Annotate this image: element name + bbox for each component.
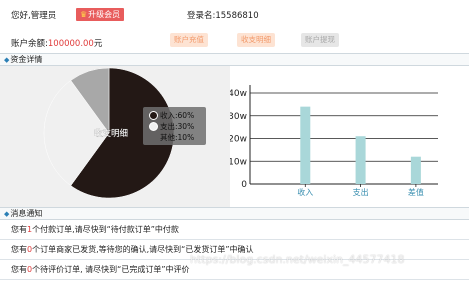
y-tick-label: 0 xyxy=(241,180,247,190)
message-prefix: 您有 xyxy=(11,245,27,254)
recharge-button[interactable]: 账户充值 xyxy=(170,33,208,47)
y-tick-label: 40w xyxy=(230,89,247,99)
pie-legend: 收入:60% 支出:30% 其他:10% xyxy=(143,107,206,145)
message-prefix: 您有 xyxy=(11,265,27,274)
legend-label-other: 其他:10% xyxy=(160,133,195,142)
account-header: 您好,管理员 ♛升级会员 登录名:15586810 账户余额:100000.00… xyxy=(0,0,469,52)
legend-item-expense: 支出:30% xyxy=(149,121,194,132)
legend-swatch-expense xyxy=(149,122,158,131)
funds-section-header: ◆资金详情 xyxy=(0,53,469,66)
bar-chart-area: 0 10w 20w 30w 40w 收入 支出 差值 xyxy=(230,66,469,207)
account-balance: 账户余额:100000.00元 xyxy=(11,37,102,49)
y-tick-label: 20w xyxy=(230,135,247,145)
message-text: 个付款订单,请尽快到“待付款订单”中付款 xyxy=(32,225,179,234)
login-name: 登录名:15586810 xyxy=(187,11,259,21)
x-tick-label: 差值 xyxy=(408,187,424,197)
balance-label: 账户余额: xyxy=(11,39,48,49)
greeting-text: 您好,管理员 xyxy=(11,11,57,21)
balance-value: 100000.00 xyxy=(47,39,94,49)
bar-2[interactable] xyxy=(410,156,421,184)
upgrade-member-button[interactable]: ♛升级会员 xyxy=(76,8,125,21)
withdraw-button[interactable]: 账户提现 xyxy=(301,33,339,47)
bar-1[interactable] xyxy=(355,136,366,184)
x-tick-label: 收入 xyxy=(297,187,313,197)
diamond-icon: ◆ xyxy=(4,210,10,218)
watermark-text: https://blog.csdn.net/weixin_44577418 xyxy=(190,253,405,266)
y-tick-label: 30w xyxy=(230,112,247,122)
y-tick-label: 10w xyxy=(230,157,247,167)
message-row[interactable]: 您有1个付款订单,请尽快到“待付款订单”中付款 xyxy=(0,220,469,240)
crown-icon: ♛ xyxy=(80,10,88,19)
diamond-icon: ◆ xyxy=(4,56,10,64)
bar-0[interactable] xyxy=(300,106,311,184)
message-text: 个待评价订单, 请尽快到“已完成订单”中评价 xyxy=(32,265,190,274)
balance-unit: 元 xyxy=(93,39,103,49)
legend-label-income: 收入:60% xyxy=(160,111,195,120)
legend-item-income: 收入:60% xyxy=(149,110,194,121)
pie-center-label: 收支明细 xyxy=(94,128,128,139)
funds-panel: 收支明细 收入:60% 支出:30% 其他:10% 0 10w 20w 30w 40w 收… xyxy=(0,66,469,207)
pie-chart-area: 收支明细 收入:60% 支出:30% 其他:10% xyxy=(0,66,230,207)
legend-label-expense: 支出:30% xyxy=(160,122,195,131)
messages-section-title: 消息通知 xyxy=(10,209,43,218)
legend-swatch-income xyxy=(149,111,158,120)
message-prefix: 您有 xyxy=(11,225,27,234)
x-tick-label: 支出 xyxy=(353,187,369,197)
funds-section-title: 资金详情 xyxy=(10,55,43,64)
bar-chart: 0 10w 20w 30w 40w 收入 支出 差值 xyxy=(230,85,438,197)
messages-section-header: ◆消息通知 xyxy=(0,207,469,220)
upgrade-member-label: 升级会员 xyxy=(88,10,121,19)
legend-item-other: 其他:10% xyxy=(160,132,194,143)
income-expense-detail-button[interactable]: 收支明细 xyxy=(237,33,275,47)
